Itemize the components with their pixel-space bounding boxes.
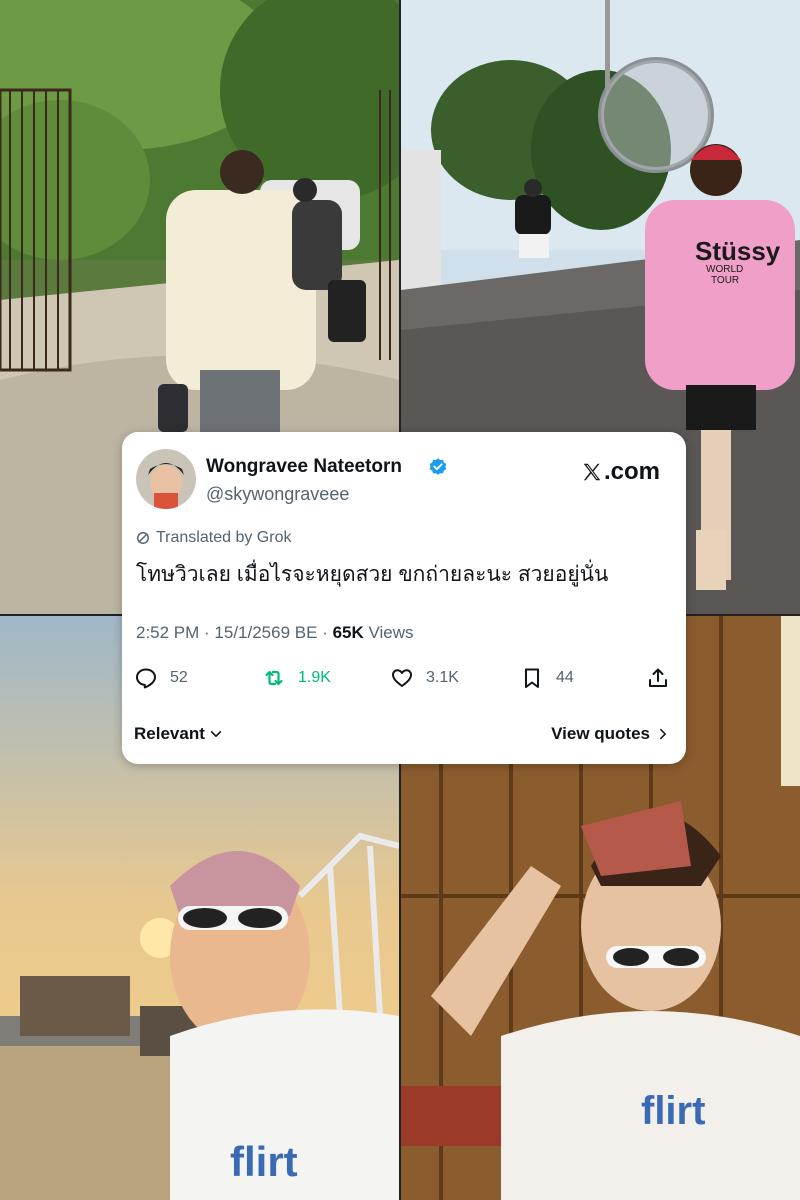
like-count: 3.1K bbox=[426, 669, 459, 686]
like-button[interactable]: 3.1K bbox=[390, 666, 459, 690]
tweet-card[interactable]: Wongravee Nateetorn @skywongraveee .com … bbox=[122, 432, 686, 764]
avatar[interactable] bbox=[136, 449, 196, 509]
svg-text:TOUR: TOUR bbox=[711, 275, 739, 286]
tweet-meta: 2:52 PM · 15/1/2569 BE · 65K Views bbox=[136, 623, 414, 642]
tweet-actions: 52 1.9K 3.1K 44 bbox=[122, 666, 686, 692]
site-label: .com bbox=[604, 458, 661, 485]
svg-text:flirt: flirt bbox=[230, 1138, 298, 1185]
share-button[interactable] bbox=[646, 666, 682, 690]
repost-count: 1.9K bbox=[298, 669, 331, 686]
tweet-time[interactable]: 2:52 PM bbox=[136, 623, 199, 642]
sort-label: Relevant bbox=[134, 724, 205, 743]
display-name[interactable]: Wongravee Nateetorn bbox=[206, 456, 402, 478]
verified-badge-icon bbox=[428, 457, 448, 477]
grok-icon bbox=[137, 532, 149, 544]
view-quotes-label: View quotes bbox=[551, 724, 650, 743]
repost-icon bbox=[265, 670, 283, 686]
sort-relevant-dropdown[interactable]: Relevant bbox=[134, 724, 223, 744]
chevron-right-icon bbox=[660, 728, 666, 740]
user-handle[interactable]: @skywongraveee bbox=[206, 484, 349, 505]
share-icon bbox=[649, 668, 667, 687]
reply-icon bbox=[136, 668, 156, 689]
svg-text:WORLD: WORLD bbox=[706, 264, 743, 275]
bookmark-count: 44 bbox=[556, 669, 574, 686]
tweet-text: โทษวิวเลย เมื่อไรจะหยุดสวย ขกถ่ายละนะ สว… bbox=[136, 563, 609, 586]
translated-label: Translated by Grok bbox=[156, 529, 292, 546]
x-logo[interactable]: .com bbox=[581, 458, 660, 486]
views-label: Views bbox=[368, 623, 414, 642]
reply-button[interactable]: 52 bbox=[134, 666, 188, 690]
tweet-date[interactable]: 15/1/2569 BE bbox=[214, 623, 317, 642]
reply-count: 52 bbox=[170, 669, 188, 686]
chevron-down-icon bbox=[210, 731, 222, 737]
shirt-print-text: flirt bbox=[641, 1089, 705, 1133]
svg-text:Stüssy: Stüssy bbox=[695, 236, 781, 266]
bookmark-button[interactable]: 44 bbox=[520, 666, 574, 690]
x-logo-icon bbox=[583, 463, 601, 481]
bookmark-icon bbox=[525, 668, 539, 688]
view-quotes-link[interactable]: View quotes bbox=[551, 724, 670, 744]
views-count: 65K bbox=[332, 623, 364, 642]
repost-button[interactable]: 1.9K bbox=[262, 666, 331, 690]
heart-icon bbox=[392, 669, 412, 687]
translated-by-grok[interactable]: Translated by Grok bbox=[136, 529, 291, 547]
